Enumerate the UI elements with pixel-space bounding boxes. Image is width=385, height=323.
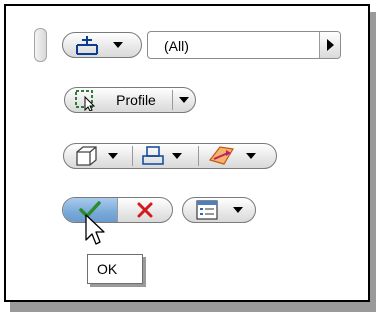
ok-tooltip: OK	[87, 254, 143, 284]
view-options-group	[63, 143, 277, 169]
chevron-down-icon[interactable]	[109, 33, 127, 57]
cube-view-icon[interactable]	[70, 144, 104, 168]
chevron-down-icon[interactable]	[242, 144, 260, 168]
chevron-right-icon	[326, 39, 334, 51]
plane-icon[interactable]	[136, 144, 170, 168]
tooltip-text: OK	[97, 261, 118, 277]
cancel-x-icon	[137, 202, 153, 218]
toolbar-grip-handle[interactable]	[34, 28, 47, 62]
ok-cancel-group	[62, 197, 173, 223]
chevron-down-icon[interactable]	[104, 144, 122, 168]
selection-filter-value: (All)	[164, 38, 189, 54]
direction-arrow-icon[interactable]	[202, 144, 240, 168]
chevron-down-icon[interactable]	[168, 144, 186, 168]
profile-label: Profile	[116, 92, 156, 108]
combo-arrow-button[interactable]	[319, 32, 340, 58]
filter-icon	[67, 33, 107, 57]
options-menu-button[interactable]	[182, 197, 256, 223]
chevron-down-icon[interactable]	[227, 198, 249, 222]
selection-filter-combo[interactable]: (All)	[147, 31, 341, 59]
selection-filter-button[interactable]	[62, 32, 142, 58]
cancel-button[interactable]	[118, 198, 172, 222]
options-menu-icon	[189, 198, 225, 222]
profile-button[interactable]: Profile	[64, 87, 196, 113]
profile-select-icon	[71, 88, 101, 112]
mouse-cursor-icon	[85, 214, 105, 245]
chevron-down-icon[interactable]	[173, 88, 195, 112]
